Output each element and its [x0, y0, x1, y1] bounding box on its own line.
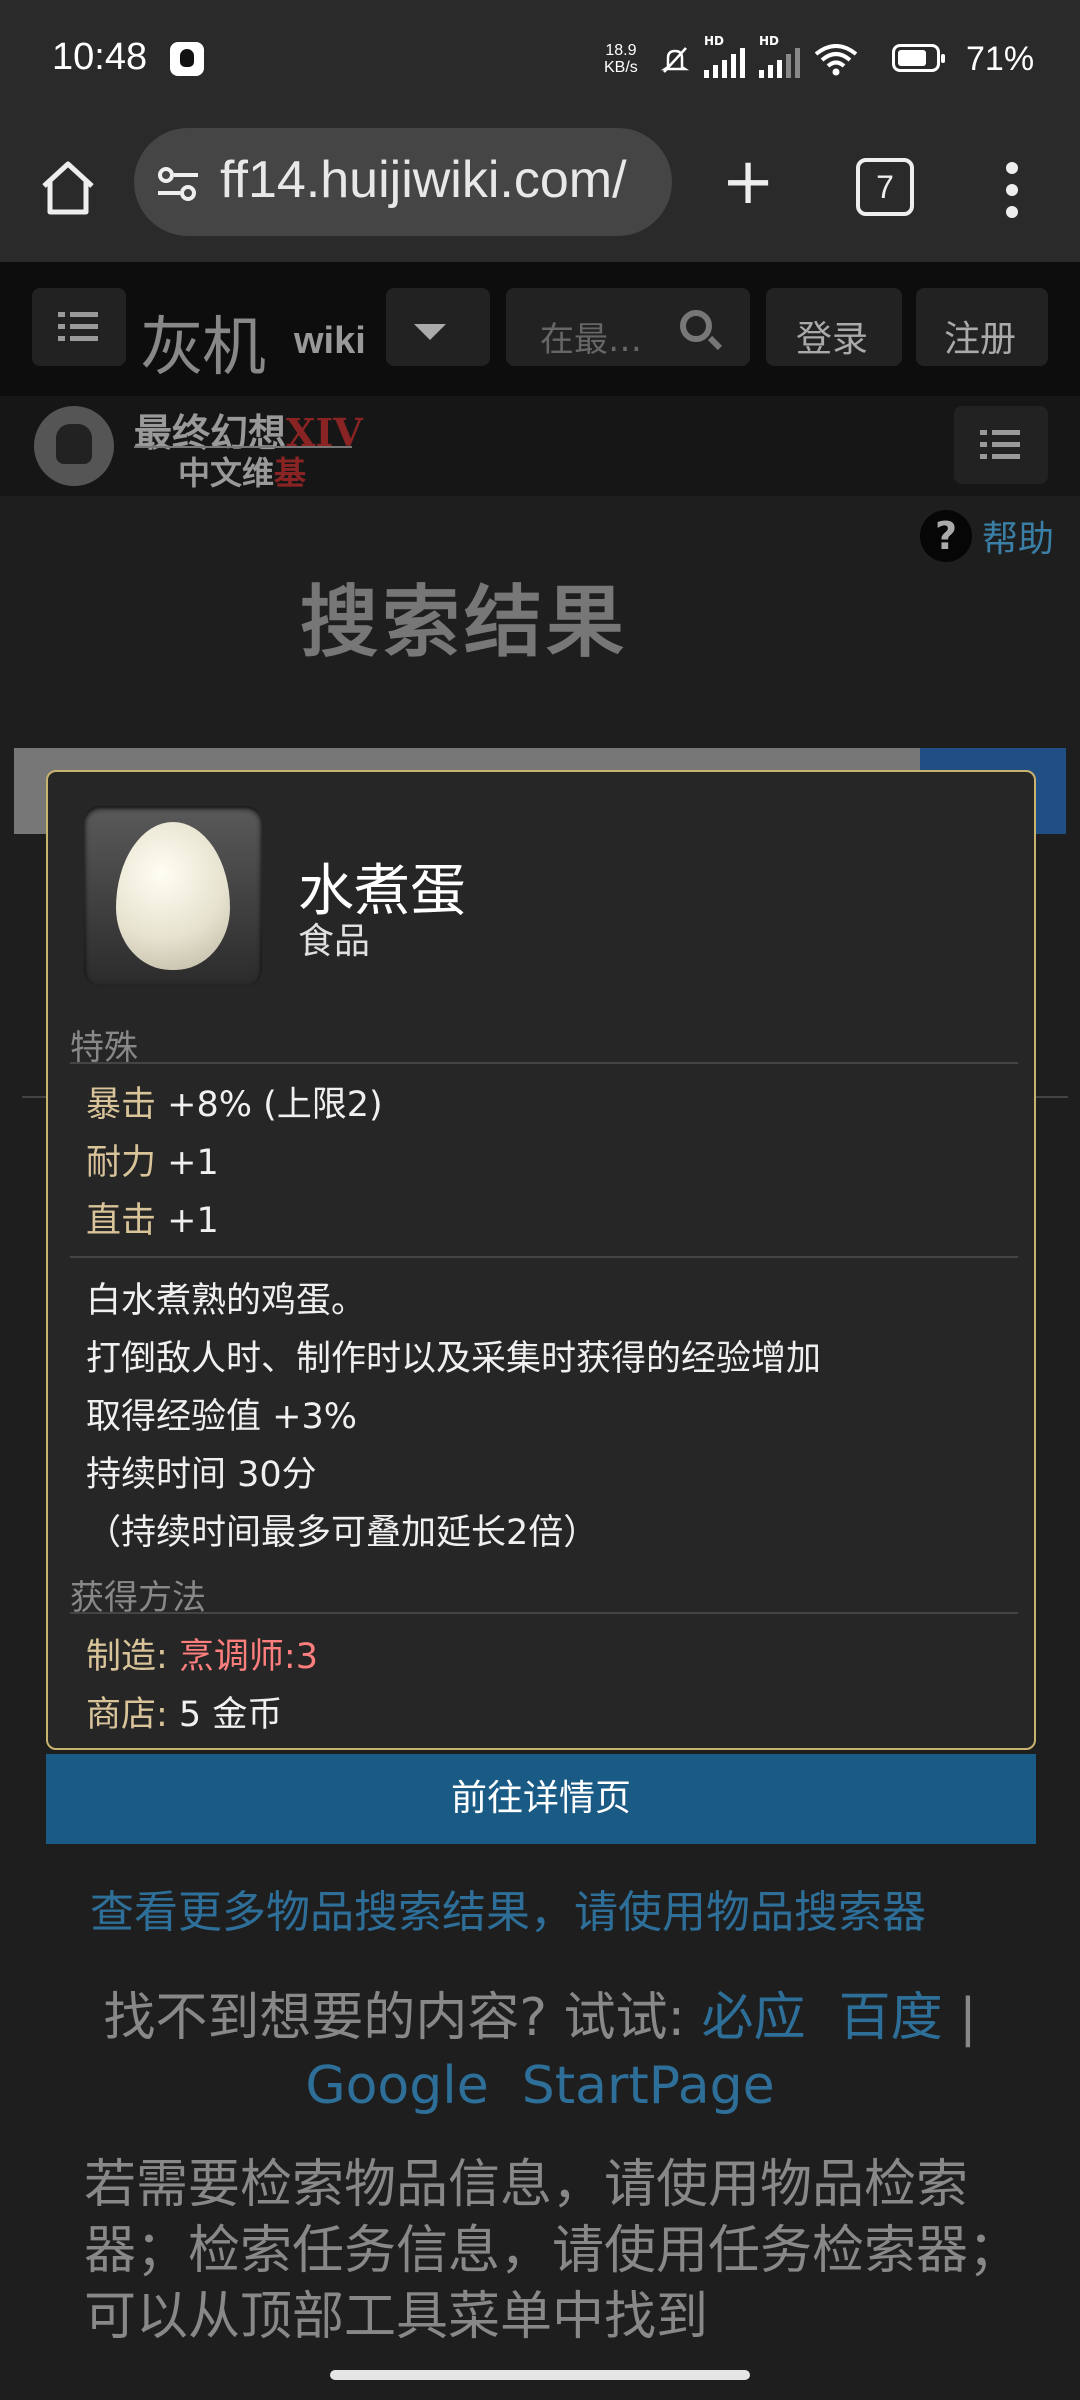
- site-header: 最终幻想XIV 中文维基: [0, 396, 1080, 496]
- craft-line: 制造: 烹调师:3: [86, 1637, 318, 1677]
- boiled-egg-icon: [116, 822, 230, 970]
- item-tooltip-card: 水煮蛋 食品 特殊 暴击 +8% (上限2) 耐力 +1 直击 +1 白水煮熟的…: [46, 770, 1036, 1750]
- gesture-home-bar[interactable]: [330, 2370, 750, 2380]
- clock: 10:48: [52, 36, 148, 78]
- register-button[interactable]: 注册: [916, 288, 1048, 366]
- wifi-icon: [814, 44, 858, 76]
- crafter-link[interactable]: 烹调师:3: [179, 1637, 318, 1677]
- site-menu-button[interactable]: [954, 406, 1048, 484]
- shop-line: 商店: 5 金币: [86, 1695, 283, 1735]
- login-button[interactable]: 登录: [766, 288, 902, 366]
- baidu-link[interactable]: 百度: [839, 1988, 943, 2048]
- cell-signal-icon-1: HD: [704, 34, 745, 78]
- google-link[interactable]: Google: [305, 2056, 488, 2116]
- description-line: 白水煮熟的鸡蛋。: [86, 1281, 367, 1321]
- new-tab-icon[interactable]: +: [716, 150, 780, 214]
- site-subtitle: 中文维基: [178, 454, 307, 492]
- browser-toolbar: ff14.huijiwiki.com/ + 7: [0, 120, 1080, 262]
- huiji-logo[interactable]: 灰机: [140, 296, 266, 388]
- ffxiv-emblem-logo[interactable]: [34, 406, 114, 486]
- cell-signal-icon-2: HD: [759, 34, 800, 78]
- wiki-top-bar: 灰机 wiki 在最… 登录 注册: [0, 262, 1080, 396]
- page-title: 搜索结果: [300, 578, 629, 668]
- search-box[interactable]: 在最…: [506, 288, 750, 366]
- search-icon[interactable]: [680, 310, 712, 342]
- section-divider: [70, 1062, 1018, 1064]
- item-category: 食品: [298, 921, 371, 962]
- list-icon: [980, 430, 1020, 460]
- muted-bell-icon: [660, 47, 690, 73]
- item-search-link[interactable]: 查看更多物品搜索结果，请使用物品搜索器: [90, 1876, 926, 1940]
- chevron-down-icon: [414, 324, 446, 340]
- stat-line: 暴击 +8% (上限2): [86, 1085, 383, 1125]
- battery-percent: 71%: [966, 40, 1035, 78]
- search-tip-text: 若需要检索物品信息，请使用物品检索器；检索任务信息，请使用任务检索器；可以从顶部…: [84, 2155, 1021, 2347]
- go-to-detail-button[interactable]: 前往详情页: [46, 1754, 1036, 1844]
- qq-notification-icon: [170, 42, 204, 76]
- help-icon: ?: [920, 510, 972, 562]
- status-bar: 10:48 18.9 KB/s HD HD 71%: [0, 0, 1080, 120]
- address-bar[interactable]: ff14.huijiwiki.com/: [134, 128, 672, 236]
- stat-line: 耐力 +1: [86, 1143, 219, 1183]
- description-line: 打倒敌人时、制作时以及采集时获得的经验增加: [86, 1339, 822, 1379]
- startpage-link[interactable]: StartPage: [522, 2056, 775, 2116]
- site-settings-icon[interactable]: [154, 166, 202, 202]
- search-input[interactable]: 在最…: [540, 312, 642, 361]
- section-divider: [70, 1612, 1018, 1614]
- stat-line: 直击 +1: [86, 1201, 219, 1241]
- not-found-hint: 找不到想要的内容? 试试: 必应 百度 | Google StartPage: [103, 1988, 977, 2116]
- site-dropdown-button[interactable]: [386, 288, 490, 366]
- battery-icon: [892, 44, 945, 72]
- url-text: ff14.huijiwiki.com/: [220, 151, 627, 209]
- bing-link[interactable]: 必应: [702, 1988, 806, 2048]
- item-icon-frame: [84, 806, 262, 986]
- list-icon: [58, 312, 98, 342]
- section-divider: [70, 1256, 1018, 1258]
- home-icon[interactable]: [36, 156, 100, 220]
- tab-switcher-button[interactable]: 7: [856, 158, 914, 216]
- more-menu-icon[interactable]: [1000, 156, 1024, 220]
- huiji-logo-suffix: wiki: [294, 320, 366, 362]
- description-line: 持续时间 30分: [86, 1455, 317, 1495]
- description-line: 取得经验值 +3%: [86, 1397, 357, 1437]
- help-link[interactable]: ? 帮助: [920, 510, 1054, 562]
- network-speed: 18.9 KB/s: [604, 42, 638, 76]
- description-line: （持续时间最多可叠加延长2倍）: [86, 1513, 599, 1553]
- nav-menu-button[interactable]: [32, 288, 126, 366]
